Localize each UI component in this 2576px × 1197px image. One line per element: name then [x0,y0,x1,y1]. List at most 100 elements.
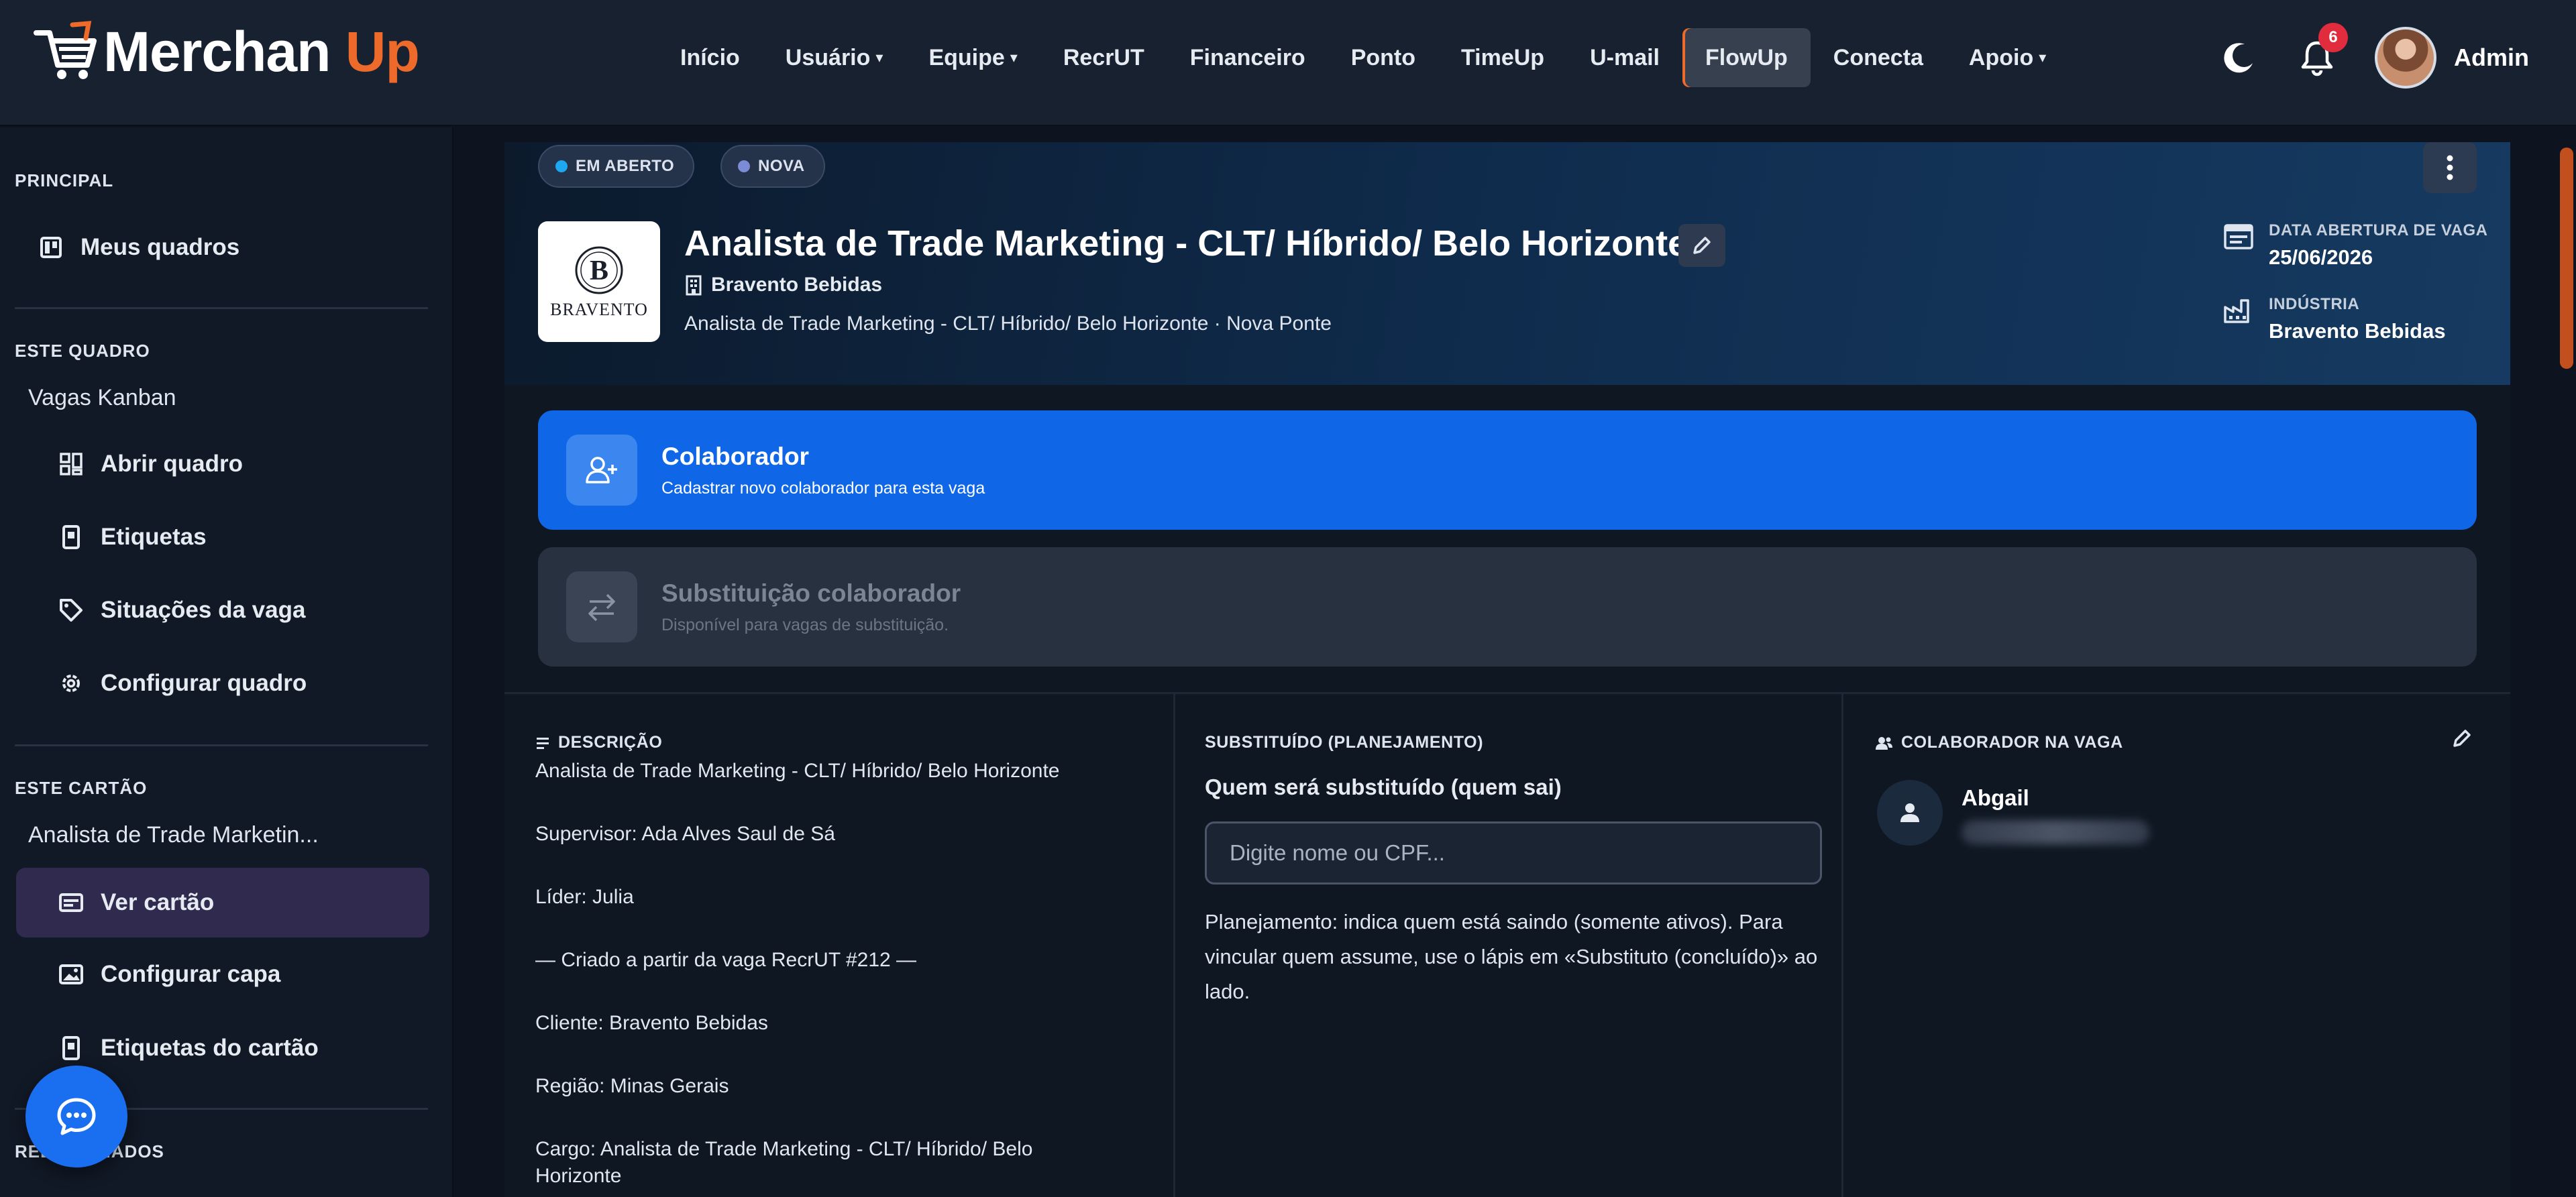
description-panel: DESCRIÇÃO Analista de Trade Marketing - … [504,694,1175,1197]
calendar-icon [2224,224,2253,249]
sidebar-item-configurar-quadro[interactable]: Configurar quadro [58,650,307,716]
pencil-icon [2453,730,2471,747]
collaborator-panel: COLABORADOR NA VAGA Abgail [1843,694,2510,1197]
sidebar-item-etiquetas[interactable]: Etiquetas [58,504,207,570]
status-dot [738,160,750,172]
user-group-icon [1876,736,1892,750]
nav-item-timeup[interactable]: TimeUp [1438,28,1567,87]
status-label: NOVA [758,157,805,175]
description-line: — Criado a partir da vaga RecrUT #212 — [535,949,917,971]
grid-icon [60,453,83,475]
action-subtitle: Cadastrar novo colaborador para esta vag… [661,478,985,498]
substituted-title: SUBSTITUÍDO (PLANEJAMENTO) [1205,733,1484,752]
tag-icon [60,599,83,622]
notifications-button[interactable]: 6 [2297,23,2348,78]
job-subtitle: Analista de Trade Marketing - CLT/ Híbri… [684,312,1332,335]
add-collaborator-button[interactable]: Colaborador Cadastrar novo colaborador p… [538,410,2477,530]
meta-industry: INDÚSTRIA Bravento Bebidas [2223,295,2446,343]
collaborator-item[interactable]: Abgail [1877,780,2149,846]
nav-item-recrut[interactable]: RecrUT [1040,28,1167,87]
board-name: Vagas Kanban [28,385,176,410]
sidebar: PRINCIPAL Meus quadros ESTE QUADRO Vagas… [0,127,453,1197]
divider [15,744,428,746]
nav-item-in-cio[interactable]: Início [657,28,763,87]
description-title: DESCRIÇÃO [535,733,662,752]
chat-bubble-icon [57,1098,96,1135]
description-line: Cargo: Analista de Trade Marketing - CLT… [535,1138,1033,1160]
status-dot [555,160,568,172]
action-title: Colaborador [661,442,809,470]
nav-item-label: TimeUp [1461,44,1545,70]
divider [15,307,428,309]
substituted-search-input[interactable] [1205,821,1822,885]
section-title-este-quadro: ESTE QUADRO [15,341,150,361]
chat-button[interactable] [25,1066,127,1167]
description-line: Cliente: Bravento Bebidas [535,1012,768,1034]
collaborator-avatar [1877,780,1943,846]
user-name: Admin [2454,44,2529,71]
meta-value: Bravento Bebidas [2269,319,2446,343]
status-badge[interactable]: EM ABERTO [538,145,695,188]
svg-text:B: B [590,255,608,286]
user-menu[interactable]: Admin [2375,27,2529,89]
company-name-text: Bravento Bebidas [711,274,883,296]
building-icon [686,275,702,296]
nav-item-label: Início [680,44,740,70]
swap-arrows-icon [588,593,615,622]
substituted-help-text: Planejamento: indica quem está saindo (s… [1205,910,1818,1003]
theme-toggle-button[interactable] [2219,38,2259,78]
card-icon [59,893,83,912]
tag-card-icon [62,1036,80,1060]
edit-collaborator-button[interactable] [2447,724,2477,753]
sidebar-item-label: Etiquetas do cartão [101,1035,319,1061]
card-header: EM ABERTO NOVA B BRAVENTO Analista de Tr… [504,142,2510,385]
company-logo-text: BRAVENTO [550,300,648,319]
sidebar-item-label: Situações da vaga [101,597,306,623]
scrollbar-thumb[interactable] [2560,148,2573,369]
sidebar-item-label: Configurar quadro [101,670,307,696]
nav-item-label: Usuário [785,44,871,70]
meta-value: 25/06/2026 [2269,245,2373,269]
sidebar-item-ver-cartao[interactable]: Ver cartão [16,868,429,937]
description-line: Horizonte [535,1165,622,1187]
sidebar-item-label: Etiquetas [101,524,207,550]
nav-item-label: Financeiro [1189,44,1305,70]
card-detail: EM ABERTO NOVA B BRAVENTO Analista de Tr… [504,142,2510,1197]
edit-title-button[interactable] [1678,224,1725,267]
main-nav: Início Usuário ▾ Equipe ▾ RecrUT Financeiro Pon… [657,28,2069,87]
sidebar-item-abrir-quadro[interactable]: Abrir quadro [58,431,243,497]
nav-item-label: FlowUp [1705,44,1788,70]
tag-card-icon [62,525,80,549]
nav-item-conecta[interactable]: Conecta [1811,28,1946,87]
description-line: Supervisor: Ada Alves Saul de Sá [535,823,835,845]
nav-item-ponto[interactable]: Ponto [1328,28,1438,87]
bravento-emblem-icon: B [575,246,623,294]
brand-logo[interactable]: Merchan Up [32,15,420,89]
notifications-badge: 6 [2318,23,2348,52]
sidebar-item-meus-quadros[interactable]: Meus quadros [38,215,239,280]
action-title: Substituição colaborador [661,579,961,607]
caret-down-icon: ▾ [875,49,883,66]
nav-item-equipe[interactable]: Equipe ▾ [906,28,1040,87]
status-badge[interactable]: NOVA [720,145,825,188]
meta-label: DATA ABERTURA DE VAGA [2269,221,2488,239]
nav-item-apoio[interactable]: Apoio ▾ [1946,28,2069,87]
nav-item-u-mail[interactable]: U-mail [1567,28,1682,87]
sidebar-item-situacoes-da-vaga[interactable]: Situações da vaga [58,577,305,643]
meta-open-date: DATA ABERTURA DE VAGA 25/06/2026 [2223,221,2487,270]
description-line: Região: Minas Gerais [535,1075,729,1097]
sidebar-item-label: Ver cartão [101,889,215,915]
sidebar-item-label: Meus quadros [80,234,240,260]
nav-item-financeiro[interactable]: Financeiro [1167,28,1328,87]
description-line: Analista de Trade Marketing - CLT/ Híbri… [535,760,1060,782]
substitute-collaborator-button: Substituição colaborador Disponível para… [538,547,2477,667]
nav-item-flowup[interactable]: FlowUp [1682,28,1811,87]
more-options-button[interactable] [2423,142,2477,193]
nav-item-usu-rio[interactable]: Usuário ▾ [763,28,906,87]
action-subtitle: Disponível para vagas de substituição. [661,615,949,634]
company-name: Bravento Bebidas [684,274,882,296]
meta-label: INDÚSTRIA [2269,295,2360,313]
substituted-panel: SUBSTITUÍDO (PLANEJAMENTO) Quem será sub… [1175,694,1843,1197]
nav-item-label: Conecta [1833,44,1923,70]
sidebar-item-configurar-capa[interactable]: Configurar capa [58,942,280,1007]
